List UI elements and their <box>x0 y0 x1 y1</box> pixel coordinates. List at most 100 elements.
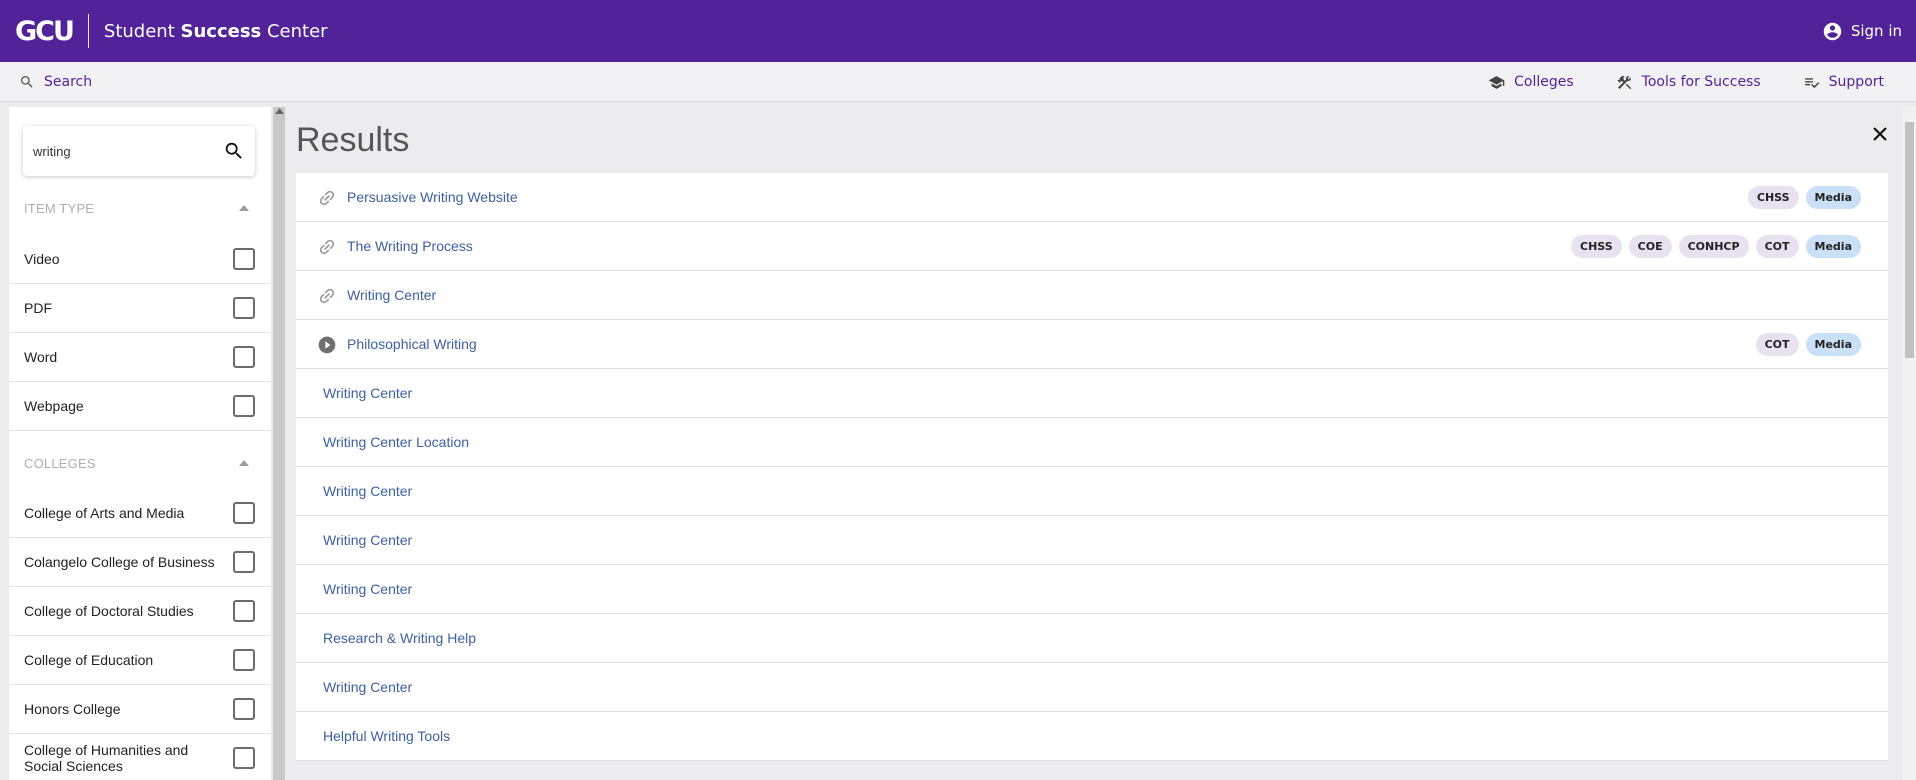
tools-icon <box>1617 75 1631 89</box>
result-link[interactable]: Writing Center <box>323 679 412 695</box>
tag-badge[interactable]: COT <box>1755 333 1799 356</box>
result-link[interactable]: Helpful Writing Tools <box>323 728 450 744</box>
filter-college[interactable]: Colangelo College of Business <box>9 538 271 587</box>
result-row[interactable]: Helpful Writing Tools <box>296 712 1888 761</box>
play-circle-icon <box>318 336 336 354</box>
filter-college[interactable]: College of Education <box>9 636 271 685</box>
filter-checkbox[interactable] <box>233 502 255 524</box>
filter-item-type[interactable]: Video <box>9 235 271 284</box>
filter-sidebar: ITEM TYPE Video PDF Word Webpage COLLEGE… <box>9 107 271 780</box>
result-link[interactable]: Writing Center <box>323 581 412 597</box>
site-title-suffix: Center <box>261 20 328 42</box>
filter-college[interactable]: College of Arts and Media <box>9 489 271 538</box>
nav-colleges[interactable]: Colleges <box>1488 74 1574 91</box>
filter-search-box <box>23 126 255 176</box>
result-row[interactable]: Writing Center Location <box>296 418 1888 467</box>
item-type-heading: ITEM TYPE <box>24 198 256 218</box>
result-row[interactable]: The Writing Process CHSS COE CONHCP COT … <box>296 222 1888 271</box>
filter-checkbox[interactable] <box>233 346 255 368</box>
result-row[interactable]: Writing Center <box>296 663 1888 712</box>
result-row[interactable]: Research & Writing Help <box>296 614 1888 663</box>
result-row[interactable]: Writing Center <box>296 467 1888 516</box>
tag-badge[interactable]: COE <box>1628 235 1672 258</box>
result-link[interactable]: Writing Center <box>323 483 412 499</box>
result-link[interactable]: Research & Writing Help <box>323 630 476 646</box>
link-icon <box>319 239 335 255</box>
nav-tools-label: Tools for Success <box>1641 74 1761 90</box>
site-title[interactable]: Student Success Center <box>104 21 328 42</box>
scroll-up-arrow-icon[interactable] <box>275 108 284 114</box>
result-row[interactable]: Writing Center <box>296 516 1888 565</box>
nav-tools-for-success[interactable]: Tools for Success <box>1616 74 1761 91</box>
filter-item-type[interactable]: PDF <box>9 284 271 333</box>
tag-badge[interactable]: CONHCP <box>1678 235 1749 258</box>
filter-label: Colangelo College of Business <box>24 554 215 570</box>
sidebar-scrollbar[interactable] <box>273 107 285 780</box>
filter-label: College of Education <box>24 652 154 668</box>
search-link-label: Search <box>44 73 93 90</box>
colleges-heading-label: COLLEGES <box>24 455 96 471</box>
tag-badge[interactable]: COT <box>1755 235 1799 258</box>
filter-college[interactable]: College of Doctoral Studies <box>9 587 271 636</box>
filter-checkbox[interactable] <box>233 297 255 319</box>
page-scrollbar[interactable] <box>1903 107 1916 780</box>
secondary-nav: Search Colleges Tools for Success Suppor… <box>0 62 1916 102</box>
filter-label: Webpage <box>24 398 84 414</box>
filter-search-input[interactable] <box>33 143 213 159</box>
result-link[interactable]: Persuasive Writing Website <box>347 189 518 205</box>
filter-label: PDF <box>24 300 52 316</box>
result-row[interactable]: Persuasive Writing Website CHSS Media <box>296 173 1888 222</box>
result-link[interactable]: Writing Center <box>323 532 412 548</box>
tag-badge[interactable]: CHSS <box>1571 235 1622 258</box>
result-link[interactable]: Philosophical Writing <box>347 336 477 352</box>
result-tags: COT Media <box>1755 333 1861 356</box>
playlist-check-icon <box>1804 77 1819 88</box>
tag-badge-media[interactable]: Media <box>1805 235 1861 258</box>
caret-up-icon[interactable] <box>239 460 249 466</box>
scrollbar-thumb[interactable] <box>1905 122 1914 358</box>
nav-support[interactable]: Support <box>1803 74 1884 91</box>
sign-in-button[interactable]: Sign in <box>1822 0 1902 62</box>
result-tags: CHSS COE CONHCP COT Media <box>1571 235 1861 258</box>
result-link[interactable]: Writing Center <box>323 385 412 401</box>
filter-label: College of Doctoral Studies <box>24 603 194 619</box>
tag-badge[interactable]: CHSS <box>1747 186 1799 209</box>
nav-support-label: Support <box>1828 74 1884 90</box>
filter-checkbox[interactable] <box>233 600 255 622</box>
filter-checkbox[interactable] <box>233 551 255 573</box>
results-list: Persuasive Writing Website CHSS Media Th… <box>296 173 1888 761</box>
filter-checkbox[interactable] <box>233 747 255 769</box>
item-type-heading-label: ITEM TYPE <box>24 200 95 216</box>
filter-label: Honors College <box>24 701 121 717</box>
filter-college[interactable]: College of Humanities and Social Science… <box>9 734 271 780</box>
top-header: GCU Student Success Center Sign in <box>0 0 1916 62</box>
account-circle-icon <box>1823 22 1842 40</box>
result-row[interactable]: Writing Center <box>296 369 1888 418</box>
result-row[interactable]: Philosophical Writing COT Media <box>296 320 1888 369</box>
link-icon <box>319 190 335 206</box>
filter-item-type[interactable]: Webpage <box>9 382 271 431</box>
caret-up-icon[interactable] <box>239 205 249 211</box>
gcu-logo[interactable]: GCU <box>15 16 75 47</box>
result-row[interactable]: Writing Center <box>296 271 1888 320</box>
filter-checkbox[interactable] <box>233 698 255 720</box>
filter-checkbox[interactable] <box>233 649 255 671</box>
result-row[interactable]: Writing Center <box>296 565 1888 614</box>
filter-item-type[interactable]: Word <box>9 333 271 382</box>
filter-checkbox[interactable] <box>233 248 255 270</box>
result-link[interactable]: Writing Center <box>347 287 436 303</box>
tag-badge-media[interactable]: Media <box>1805 186 1861 209</box>
tag-badge-media[interactable]: Media <box>1805 333 1861 356</box>
search-icon[interactable] <box>223 140 245 162</box>
search-link[interactable]: Search <box>19 74 92 90</box>
graduation-cap-icon <box>1488 75 1505 89</box>
filter-label: Word <box>24 349 58 365</box>
close-icon[interactable] <box>1872 126 1888 142</box>
filter-label: College of Arts and Media <box>24 505 185 521</box>
result-link[interactable]: Writing Center Location <box>323 434 469 450</box>
filter-checkbox[interactable] <box>233 395 255 417</box>
logo-divider <box>87 14 89 48</box>
colleges-heading: COLLEGES <box>24 453 256 473</box>
filter-college[interactable]: Honors College <box>9 685 271 734</box>
result-link[interactable]: The Writing Process <box>347 238 473 254</box>
